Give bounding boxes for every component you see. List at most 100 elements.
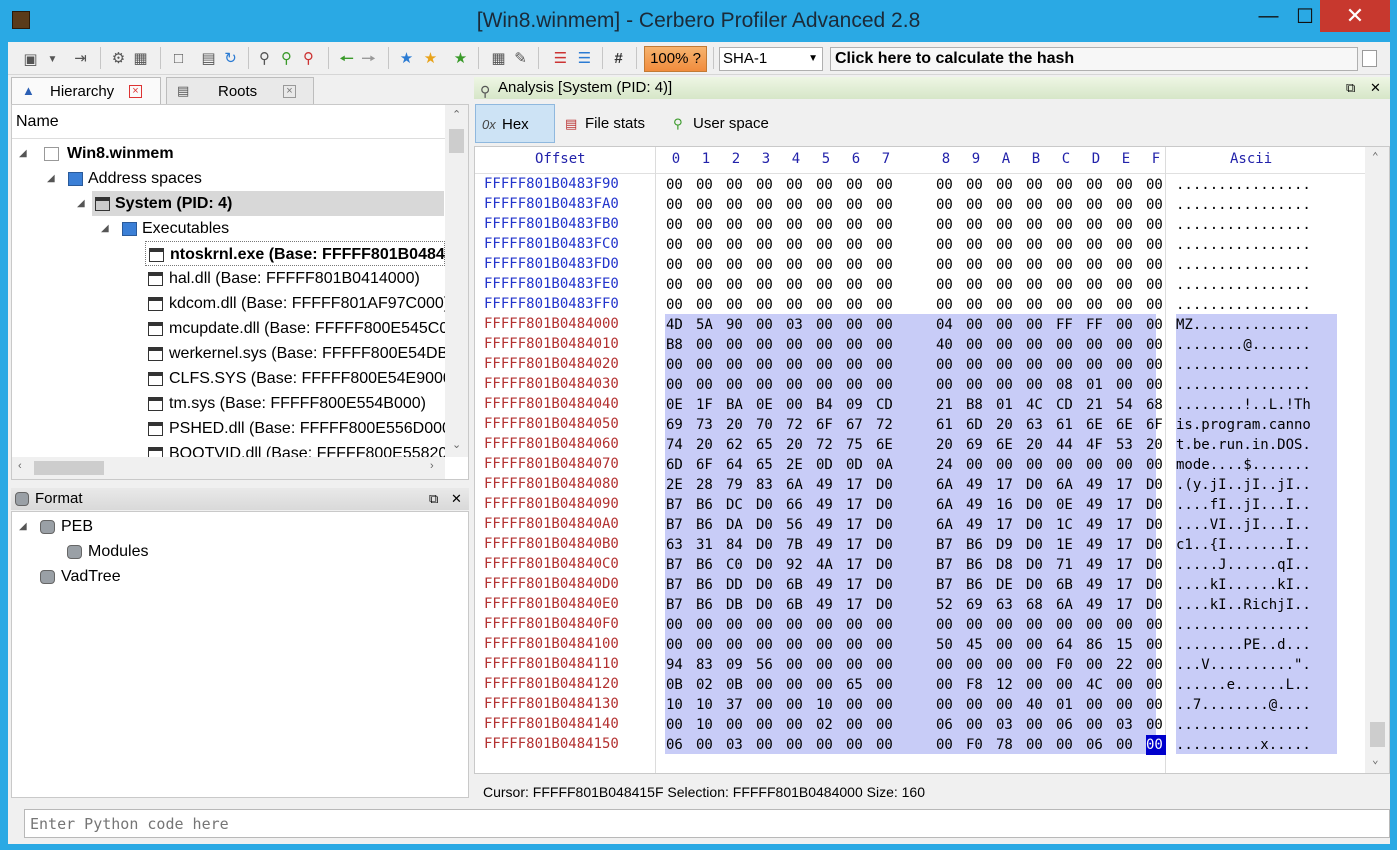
hex-byte[interactable]: 49 [816,495,846,515]
expand-arrow-icon[interactable]: ◢ [47,166,55,191]
hex-byte[interactable]: 00 [876,195,906,215]
hex-byte[interactable]: 00 [846,235,876,255]
hex-byte[interactable]: 63 [1026,415,1056,435]
hex-byte[interactable]: D0 [1026,475,1056,495]
hex-byte[interactable]: 00 [1116,375,1146,395]
scroll-down-icon[interactable]: ⌄ [1372,753,1379,766]
tree-node-executable[interactable]: PSHED.dll (Base: FFFFF800E556D000) [148,416,445,441]
hex-byte[interactable]: 06 [1056,715,1086,735]
hex-byte[interactable]: B7 [666,515,696,535]
rows-icon[interactable]: ☰ [576,50,593,67]
tree-node-peb[interactable]: ◢ PEB [12,514,462,539]
hex-byte[interactable]: 00 [816,655,846,675]
hex-byte[interactable]: 00 [936,355,966,375]
hex-byte[interactable]: D0 [1026,515,1056,535]
hex-row[interactable]: FFFFF801B0483FF0 00 00 00 00 00 00 00 00 00 00 00 00… [475,295,1365,315]
hex-byte[interactable]: 00 [726,215,756,235]
hex-byte[interactable]: 00 [1146,455,1176,475]
bookmark-icon[interactable]: ★ [398,50,415,67]
hex-byte[interactable]: 00 [936,695,966,715]
hex-byte[interactable]: 17 [1116,495,1146,515]
tree-node-vadtree[interactable]: VadTree [12,564,462,589]
hex-byte[interactable]: 10 [666,695,696,715]
hex-byte[interactable]: D0 [1026,495,1056,515]
hex-byte[interactable]: 00 [966,255,996,275]
hex-byte[interactable]: D0 [876,535,906,555]
hex-byte[interactable]: CD [1056,395,1086,415]
scroll-thumb[interactable] [1370,722,1385,747]
hex-byte[interactable]: FF [1086,315,1116,335]
hex-byte[interactable]: 00 [816,735,846,755]
hex-byte[interactable]: 0B [726,675,756,695]
hex-byte[interactable]: 00 [786,355,816,375]
hex-byte[interactable]: 00 [936,195,966,215]
hex-byte[interactable]: 0E [666,395,696,415]
hex-byte[interactable]: 6F [696,455,726,475]
hex-byte[interactable]: 00 [786,295,816,315]
hex-byte[interactable]: 00 [1086,295,1116,315]
hex-byte[interactable]: 4A [816,555,846,575]
hex-byte[interactable]: 16 [996,495,1026,515]
hex-byte[interactable]: D0 [756,535,786,555]
hex-byte[interactable]: 20 [1146,435,1176,455]
hex-byte[interactable]: 00 [1056,295,1086,315]
hex-byte[interactable]: 00 [846,195,876,215]
hex-byte[interactable]: 65 [756,455,786,475]
hex-byte[interactable]: 00 [876,635,906,655]
hex-byte[interactable]: 00 [1026,235,1056,255]
hex-byte[interactable]: 00 [1026,255,1056,275]
hex-row[interactable]: FFFFF801B0484050 69 73 20 70 72 6F 67 72 61 6D 20 63… [475,415,1365,435]
hex-byte[interactable]: 00 [1056,275,1086,295]
hex-byte[interactable]: 17 [1116,515,1146,535]
hex-byte[interactable]: 00 [1146,295,1176,315]
hex-byte[interactable]: 00 [756,275,786,295]
hex-byte[interactable]: 56 [786,515,816,535]
hex-byte[interactable]: 00 [666,715,696,735]
hex-byte[interactable]: 03 [1116,715,1146,735]
hex-byte[interactable]: 00 [966,655,996,675]
scroll-up-icon[interactable]: ⌃ [452,108,461,121]
hex-byte[interactable]: 00 [726,235,756,255]
hex-byte[interactable]: 00 [966,695,996,715]
hex-byte[interactable]: 00 [996,655,1026,675]
hex-byte[interactable]: 00 [726,295,756,315]
hex-byte[interactable]: 28 [696,475,726,495]
hex-byte[interactable]: 09 [846,395,876,415]
hex-byte[interactable]: 00 [936,275,966,295]
hex-byte[interactable]: B6 [696,575,726,595]
hex-byte[interactable]: 00 [1086,215,1116,235]
hex-byte[interactable]: 00 [1116,175,1146,195]
hex-byte[interactable]: 37 [726,695,756,715]
hex-byte[interactable]: 00 [1116,275,1146,295]
hex-row[interactable]: FFFFF801B0484130 10 10 37 00 00 10 00 00 00 00 00 40… [475,695,1365,715]
hex-byte[interactable]: D0 [756,575,786,595]
hex-byte[interactable]: 00 [816,195,846,215]
hex-byte[interactable]: B6 [966,555,996,575]
hex-byte[interactable]: 00 [726,715,756,735]
hex-byte[interactable]: D0 [756,595,786,615]
hex-byte[interactable]: 00 [936,295,966,315]
hex-byte[interactable]: 00 [1026,275,1056,295]
hex-byte[interactable]: 00 [1116,235,1146,255]
hex-byte[interactable]: 01 [1056,695,1086,715]
hex-byte[interactable]: 00 [996,255,1026,275]
hex-byte[interactable]: 00 [1056,455,1086,475]
hex-byte[interactable]: 00 [1146,335,1176,355]
columns-icon[interactable]: ☰ [552,50,569,67]
hex-byte[interactable]: 00 [996,215,1026,235]
hex-byte[interactable]: 65 [846,675,876,695]
hex-byte[interactable]: B7 [936,555,966,575]
hex-byte[interactable]: 00 [936,655,966,675]
hex-byte[interactable]: B6 [966,535,996,555]
hex-byte[interactable]: 79 [726,475,756,495]
hex-byte[interactable]: 00 [1146,215,1176,235]
hex-byte[interactable]: 00 [786,375,816,395]
hex-byte[interactable]: 49 [816,535,846,555]
hex-byte[interactable]: 00 [966,215,996,235]
hex-byte[interactable]: 00 [1146,255,1176,275]
hex-byte[interactable]: 00 [846,375,876,395]
hex-byte[interactable]: 00 [696,235,726,255]
hex-byte[interactable]: 00 [1026,455,1056,475]
edit-icon[interactable]: ✎ [512,50,529,67]
hex-byte[interactable]: 00 [726,275,756,295]
